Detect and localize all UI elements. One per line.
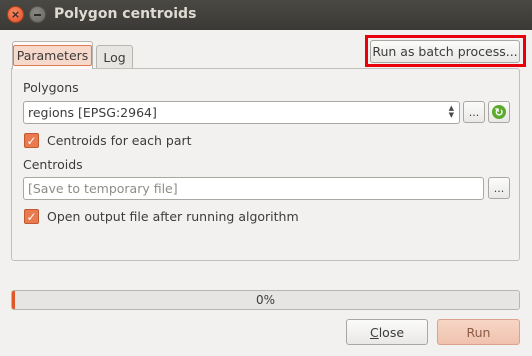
centroids-output-input[interactable] (28, 181, 483, 196)
window-minimize-button[interactable] (29, 6, 46, 23)
check-icon: ✓ (26, 209, 37, 224)
close-icon: × (10, 8, 21, 21)
minimize-icon (34, 13, 41, 16)
centroids-browse-button[interactable]: ... (488, 177, 510, 199)
tab-log-label: Log (103, 50, 126, 65)
iterate-button[interactable]: ↻ (488, 101, 510, 123)
check-icon: ✓ (26, 133, 37, 148)
progress-bar: 0% (11, 290, 520, 310)
centroids-label: Centroids (23, 157, 83, 172)
open-output-checkbox[interactable]: ✓ (24, 209, 39, 224)
polygons-label: Polygons (23, 80, 79, 95)
parameters-panel (11, 68, 520, 261)
window-title: Polygon centroids (54, 6, 197, 22)
combo-arrows-icon: ▲ ▼ (448, 104, 454, 119)
title-bar[interactable]: × Polygon centroids (0, 0, 532, 30)
dialog-window: × Polygon centroids Parameters Log Run a… (0, 0, 532, 356)
window-close-button[interactable]: × (7, 6, 24, 23)
centroids-each-part-checkbox[interactable]: ✓ (24, 133, 39, 148)
refresh-icon: ↻ (492, 105, 506, 119)
close-button[interactable]: Close (346, 319, 428, 345)
polygons-combobox[interactable]: regions [EPSG:2964] ▲ ▼ (23, 101, 460, 124)
close-mnemonic: C (369, 324, 379, 340)
tab-parameters-label: Parameters (12, 45, 93, 66)
browse-label: ... (468, 105, 480, 119)
run-as-batch-button[interactable]: Run as batch process... (370, 40, 520, 63)
centroids-output-field[interactable] (23, 177, 484, 200)
polygons-browse-button[interactable]: ... (463, 101, 485, 123)
browse-label: ... (493, 181, 505, 195)
close-label: lose (378, 324, 405, 340)
centroids-each-part-label: Centroids for each part (47, 133, 192, 148)
tab-parameters[interactable]: Parameters (12, 41, 93, 69)
progress-text: 0% (255, 293, 276, 307)
run-button[interactable]: Run (437, 319, 520, 345)
open-output-label: Open output file after running algorithm (47, 209, 299, 224)
tab-log[interactable]: Log (96, 45, 133, 69)
polygons-value: regions [EPSG:2964] (28, 105, 157, 120)
